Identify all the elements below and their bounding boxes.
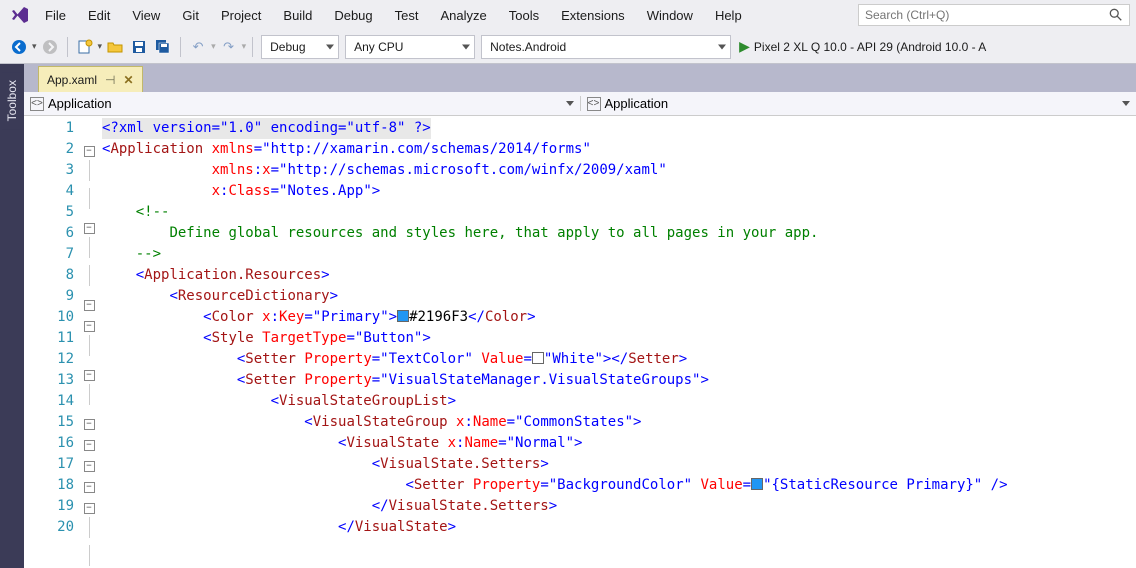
vs-logo-icon [6,5,34,25]
nav-member-dropdown[interactable]: <> Application [581,96,1136,111]
toolbox-tab[interactable]: Toolbox [2,72,22,129]
platform-dropdown[interactable]: Any CPU [345,35,475,59]
menu-build[interactable]: Build [272,4,323,27]
menu-analyze[interactable]: Analyze [429,4,497,27]
close-icon[interactable]: ✕ [123,73,133,87]
toolbar: ▾ ▾ ↶ ▾ ↷ ▾ Debug Any CPU Notes.Android … [0,30,1136,64]
angle-brackets-icon: <> [587,97,601,111]
side-panel: Toolbox [0,64,24,568]
save-all-button[interactable] [152,36,174,58]
open-button[interactable] [104,36,126,58]
new-item-button[interactable] [74,36,96,58]
nav-scope-dropdown[interactable]: <> Application [24,96,581,111]
menu-tools[interactable]: Tools [498,4,550,27]
menu-help[interactable]: Help [704,4,753,27]
undo-button[interactable]: ↶ [187,36,209,58]
startup-dropdown[interactable]: Notes.Android [481,35,731,59]
line-number-gutter: 1234567891011121314151617181920 [24,116,80,568]
redo-button[interactable]: ↷ [218,36,240,58]
menu-bar: FileEditViewGitProjectBuildDebugTestAnal… [0,0,1136,30]
quick-search-input[interactable] [865,8,1109,22]
menu-test[interactable]: Test [384,4,430,27]
document-tabstrip: App.xaml ⊣ ✕ [24,64,1136,92]
menu-edit[interactable]: Edit [77,4,121,27]
menu-file[interactable]: File [34,4,77,27]
nav-back-button[interactable] [8,36,30,58]
menu-window[interactable]: Window [636,4,704,27]
quick-search[interactable] [858,4,1130,26]
fold-gutter[interactable]: −−−−−−−−−− [80,116,98,568]
menu-project[interactable]: Project [210,4,272,27]
code-text[interactable]: <?xml version="1.0" encoding="utf-8" ?> … [98,116,1136,568]
code-editor[interactable]: 1234567891011121314151617181920 −−−−−−−−… [24,116,1136,568]
editor-area: App.xaml ⊣ ✕ <> Application <> Applicati… [24,64,1136,568]
nav-forward-button[interactable] [39,36,61,58]
config-dropdown[interactable]: Debug [261,35,339,59]
search-icon [1109,8,1123,22]
debug-target-label[interactable]: Pixel 2 XL Q 10.0 - API 29 (Android 10.0… [754,40,986,54]
pin-icon[interactable]: ⊣ [105,73,115,87]
menu-debug[interactable]: Debug [323,4,383,27]
file-tab-app-xaml[interactable]: App.xaml ⊣ ✕ [38,66,143,92]
angle-brackets-icon: <> [30,97,44,111]
save-button[interactable] [128,36,150,58]
menu-view[interactable]: View [121,4,171,27]
editor-navbar: <> Application <> Application [24,92,1136,116]
start-debug-button[interactable]: ▶ [739,38,750,55]
file-tab-label: App.xaml [47,73,97,87]
menu-git[interactable]: Git [171,4,210,27]
menu-extensions[interactable]: Extensions [550,4,636,27]
